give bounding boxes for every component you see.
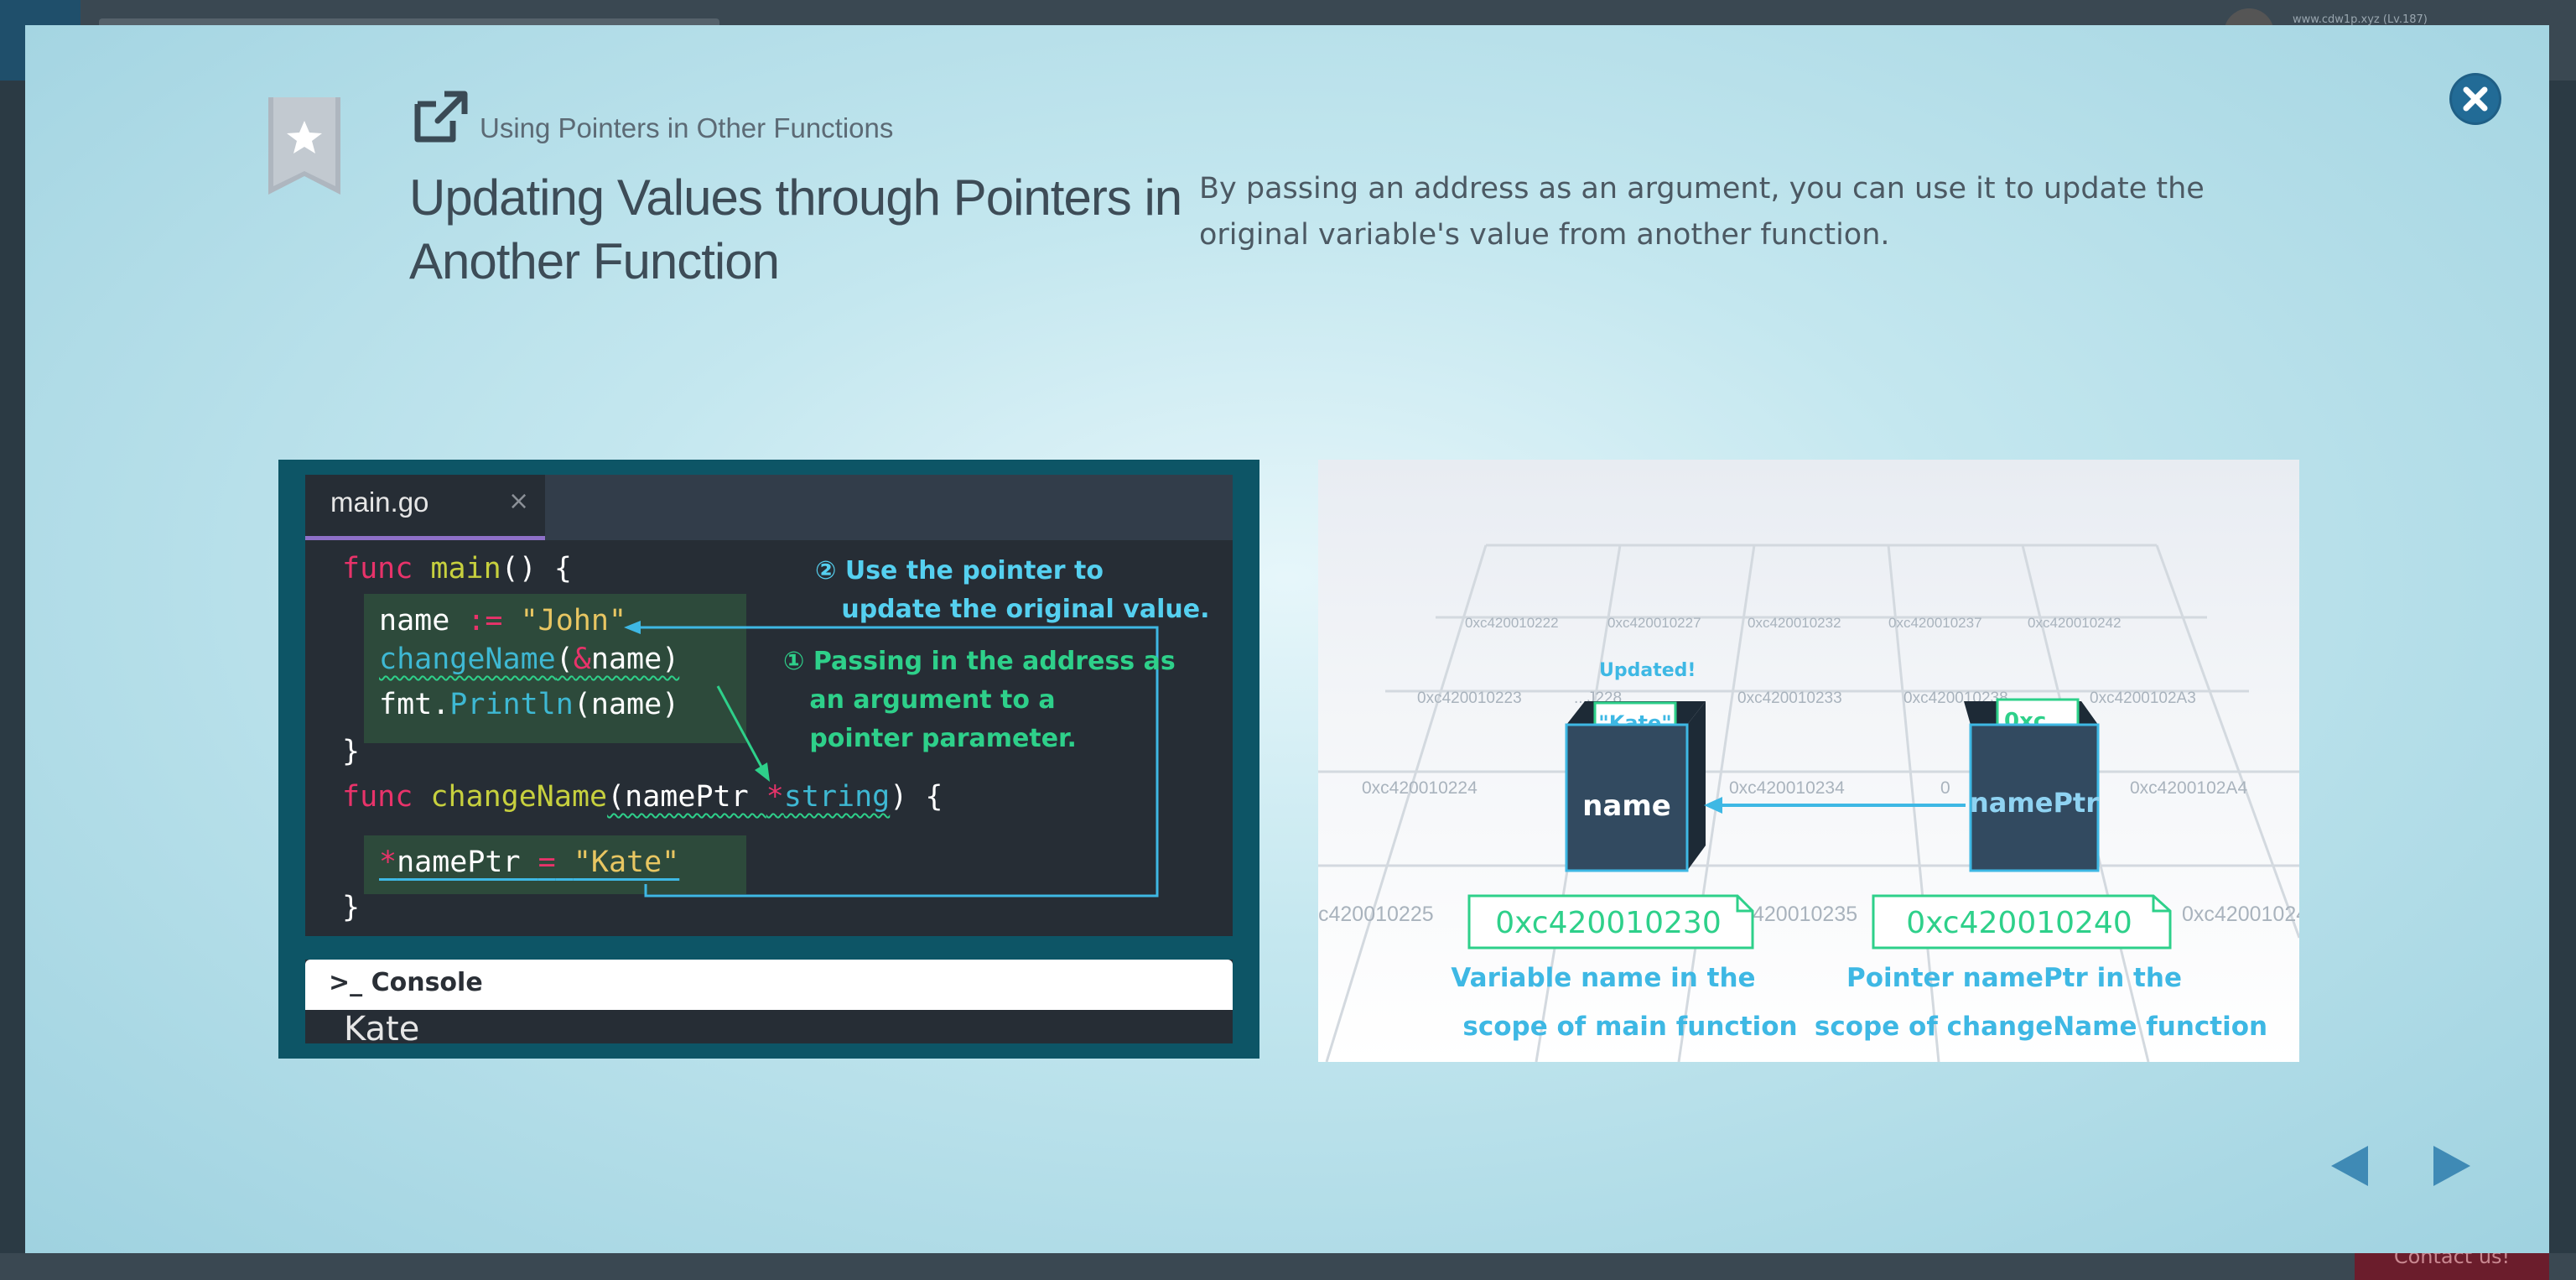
name-address-tag: 0xc420010230 [1467,894,1754,950]
code-line-8: } [342,891,361,924]
console-output: Kate [344,1010,420,1048]
svg-text:0xc420010232: 0xc420010232 [1748,615,1841,631]
caption-left-line-2: scope of main function [1462,1012,1797,1042]
svg-text:0xc420010230: 0xc420010230 [1495,906,1722,940]
previous-slide-icon[interactable] [2326,1141,2376,1191]
code-line-7: *namePtr = "Kate" [379,846,680,879]
editor-tab-bar: main.go × [305,475,1233,540]
nameptr-address-tag: 0xc420010240 [1872,894,2172,950]
caption-right-line-1: Pointer namePtr in the [1846,963,2182,993]
breadcrumb: Using Pointers in Other Functions [480,112,894,143]
svg-text:0xc42001024: 0xc42001024 [2182,903,2299,926]
caption-right-line-2: scope of changeName function [1815,1012,2267,1042]
svg-text:0xc4200102A3: 0xc4200102A3 [2090,689,2196,707]
page-title: Updating Values through Pointers in Anot… [409,169,1182,289]
svg-text:420010235: 420010235 [1753,903,1857,926]
tab-main-go[interactable]: main.go × [305,475,545,540]
svg-text:0xc420010242: 0xc420010242 [2028,615,2122,631]
svg-text:0xc420010234: 0xc420010234 [1729,778,1845,798]
close-icon[interactable] [2449,72,2502,126]
console-label: >_ Console [329,968,483,997]
memory-illustration: 0xc420010222 0xc420010227 0xc420010232 0… [1318,460,2299,1062]
pointer-arrow-icon [1704,797,1722,814]
code-editor: main.go × func main() { name := "John" c… [305,475,1233,936]
svg-text:0xc420010233: 0xc420010233 [1737,689,1842,707]
code-illustration: main.go × func main() { name := "John" c… [278,460,1259,1059]
svg-text:0xc4200102A4: 0xc4200102A4 [2130,778,2247,798]
console-panel: >_ Console Kate [305,960,1233,1048]
svg-text:0: 0 [1940,778,1950,798]
lesson-description: By passing an address as an argument, yo… [1199,172,2205,252]
background-user-label: www.cdw1p.xyz (Lv.187) [2293,13,2428,26]
code-line-6: func changeName(namePtr *string) { [342,780,943,814]
code-line-3: changeName(&name) [379,643,680,676]
svg-text:name: name [1582,789,1671,823]
nameptr-pointer-box: 0xc... namePtr [1964,698,2100,872]
caption-left-line-1: Variable name in the [1451,963,1755,993]
svg-text:0xc420010222: 0xc420010222 [1465,615,1559,631]
external-link-icon[interactable] [411,89,470,144]
tab-label: main.go [330,487,429,518]
svg-text:c420010225: c420010225 [1318,903,1434,926]
svg-text:0xc420010240: 0xc420010240 [1906,906,2132,940]
tab-close-icon[interactable]: × [508,487,529,516]
lesson-modal: Using Pointers in Other Functions Updati… [25,25,2549,1253]
svg-text:0xc420010237: 0xc420010237 [1888,615,1982,631]
console-header: >_ Console [305,960,1233,1010]
memory-grid-diagram: 0xc420010222 0xc420010227 0xc420010232 0… [1318,544,2299,1062]
svg-text:0xc420010227: 0xc420010227 [1607,615,1701,631]
arrow-to-param-icon [755,762,770,782]
code-line-1: func main() { [342,552,572,585]
note-use-pointer: ② Use the pointer to update the original… [815,556,1210,624]
bookmark-icon[interactable] [268,97,340,195]
updated-label: Updated! [1599,660,1696,681]
code-line-4: fmt.Println(name) [379,688,680,721]
code-line-5: } [342,735,361,768]
next-slide-icon[interactable] [2425,1141,2475,1191]
background-bottom-bar [0,1253,2576,1280]
svg-text:0xc420010223: 0xc420010223 [1417,689,1522,707]
code-line-2: name := "John" [379,604,627,637]
note-passing-address: ① Passing in the address as an argument … [783,647,1176,753]
svg-text:0xc420010224: 0xc420010224 [1362,778,1478,798]
svg-text:namePtr: namePtr [1970,787,2099,819]
